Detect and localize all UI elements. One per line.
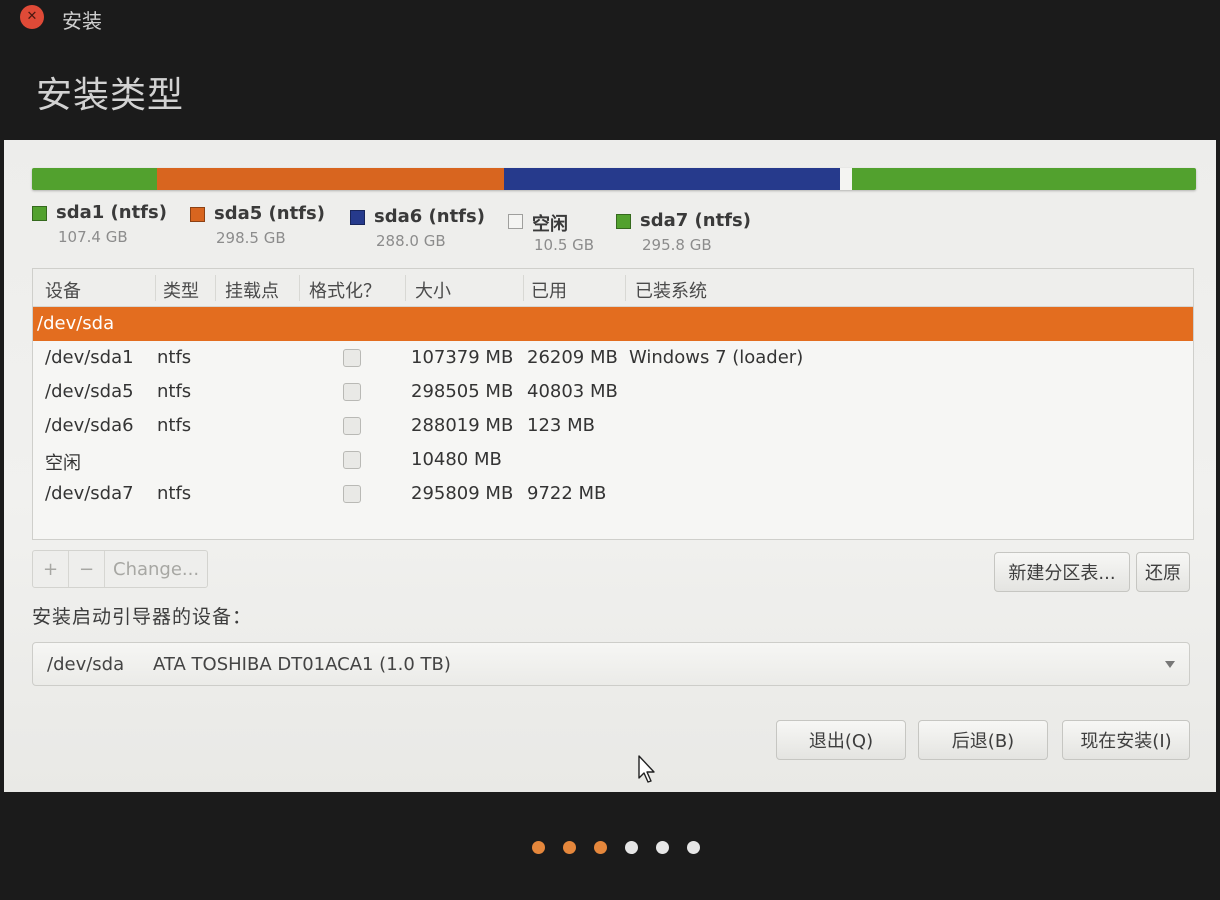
legend-name: 空闲 bbox=[532, 214, 568, 235]
cell-type: ntfs bbox=[157, 415, 192, 436]
legend-size: 10.5 GB bbox=[534, 236, 595, 254]
partition-legend: sda1 (ntfs) 107.4 GB sda5 (ntfs) 298.5 GB sd… bbox=[32, 202, 1196, 254]
progress-dot-pending bbox=[687, 841, 700, 854]
quit-button[interactable]: 退出(Q) bbox=[776, 720, 906, 760]
progress-dot-pending bbox=[656, 841, 669, 854]
column-separator bbox=[405, 275, 406, 301]
format-checkbox[interactable] bbox=[343, 485, 361, 503]
column-separator bbox=[299, 275, 300, 301]
progress-dot-complete bbox=[532, 841, 545, 854]
chevron-down-icon bbox=[1165, 661, 1175, 668]
cell-device: /dev/sda1 bbox=[45, 347, 134, 368]
cell-used: 40803 MB bbox=[527, 381, 618, 402]
legend-swatch bbox=[32, 206, 47, 221]
legend-name: sda6 (ntfs) bbox=[374, 206, 485, 227]
cell-size: 295809 MB bbox=[411, 483, 514, 504]
column-header-size[interactable]: 大小 bbox=[415, 277, 451, 303]
partition-segment-free bbox=[839, 168, 852, 190]
table-row[interactable]: /dev/sda1 ntfs 107379 MB 26209 MB Window… bbox=[33, 341, 1193, 375]
window-title: 安装 bbox=[62, 9, 102, 33]
cell-size: 10480 MB bbox=[411, 449, 502, 470]
table-header: 设备 类型 挂载点 格式化？ 大小 已用 已装系统 bbox=[33, 269, 1193, 307]
cell-device: 空闲 bbox=[45, 453, 81, 474]
partition-toolbar: + − Change... bbox=[32, 550, 209, 588]
partition-segment-sda7 bbox=[851, 168, 1196, 190]
legend-swatch bbox=[190, 207, 205, 222]
cell-size: 107379 MB bbox=[411, 347, 514, 368]
table-row[interactable]: /dev/sda bbox=[33, 307, 1193, 341]
revert-button[interactable]: 还原 bbox=[1136, 552, 1190, 592]
legend-name: sda7 (ntfs) bbox=[640, 210, 751, 231]
install-progress-dots bbox=[532, 841, 700, 855]
format-checkbox[interactable] bbox=[343, 451, 361, 469]
column-separator bbox=[523, 275, 524, 301]
table-row[interactable]: /dev/sda6 ntfs 288019 MB 123 MB bbox=[33, 409, 1193, 443]
cell-type: ntfs bbox=[157, 347, 192, 368]
legend-name: sda1 (ntfs) bbox=[56, 202, 167, 223]
partition-table: 设备 类型 挂载点 格式化？ 大小 已用 已装系统 /dev/sda /dev/… bbox=[32, 268, 1194, 540]
progress-dot-pending bbox=[625, 841, 638, 854]
legend-size: 295.8 GB bbox=[642, 236, 712, 254]
change-partition-button[interactable]: Change... bbox=[105, 551, 207, 587]
back-button[interactable]: 后退(B) bbox=[918, 720, 1048, 760]
cell-used: 9722 MB bbox=[527, 483, 607, 504]
partition-bar bbox=[32, 168, 1196, 190]
cell-device: /dev/sda6 bbox=[45, 415, 134, 436]
cell-device: /dev/sda bbox=[37, 313, 115, 334]
cell-device: /dev/sda5 bbox=[45, 381, 134, 402]
boot-device-path: /dev/sda bbox=[47, 654, 125, 675]
cell-used: 26209 MB bbox=[527, 347, 618, 368]
partition-segment-sda6 bbox=[504, 168, 840, 190]
cell-system: Windows 7 (loader) bbox=[629, 347, 804, 368]
legend-swatch bbox=[616, 214, 631, 229]
cell-size: 288019 MB bbox=[411, 415, 514, 436]
progress-dot-complete bbox=[563, 841, 576, 854]
add-partition-button[interactable]: + bbox=[33, 551, 69, 587]
legend-name: sda5 (ntfs) bbox=[214, 203, 325, 224]
column-header-device[interactable]: 设备 bbox=[45, 277, 81, 303]
column-separator bbox=[625, 275, 626, 301]
column-header-format[interactable]: 格式化？ bbox=[309, 277, 381, 303]
mouse-cursor-icon bbox=[638, 755, 655, 783]
title-bar: ✕ 安装 bbox=[0, 0, 1220, 34]
cell-device: /dev/sda7 bbox=[45, 483, 134, 504]
installer-panel: sda1 (ntfs) 107.4 GB sda5 (ntfs) 298.5 GB sd… bbox=[4, 140, 1216, 792]
cell-size: 298505 MB bbox=[411, 381, 514, 402]
legend-size: 298.5 GB bbox=[216, 229, 286, 247]
column-separator bbox=[155, 275, 156, 301]
cell-type: ntfs bbox=[157, 483, 192, 504]
column-header-system[interactable]: 已装系统 bbox=[635, 277, 707, 303]
format-checkbox[interactable] bbox=[343, 349, 361, 367]
column-header-mount[interactable]: 挂载点 bbox=[225, 277, 279, 303]
remove-partition-button[interactable]: − bbox=[69, 551, 105, 587]
progress-dot-complete bbox=[594, 841, 607, 854]
format-checkbox[interactable] bbox=[343, 383, 361, 401]
legend-swatch bbox=[508, 214, 523, 229]
boot-device-description: ATA TOSHIBA DT01ACA1 (1.0 TB) bbox=[153, 654, 451, 675]
page-title: 安装类型 bbox=[36, 75, 185, 116]
boot-loader-label: 安装启动引导器的设备： bbox=[32, 606, 253, 628]
column-separator bbox=[215, 275, 216, 301]
close-icon[interactable]: ✕ bbox=[20, 5, 44, 29]
format-checkbox[interactable] bbox=[343, 417, 361, 435]
new-partition-table-button[interactable]: 新建分区表... bbox=[994, 552, 1130, 592]
legend-size: 107.4 GB bbox=[58, 228, 128, 246]
cell-used: 123 MB bbox=[527, 415, 595, 436]
table-row[interactable]: 空闲 10480 MB bbox=[33, 443, 1193, 477]
install-now-button[interactable]: 现在安装(I) bbox=[1062, 720, 1190, 760]
partition-segment-sda5 bbox=[156, 168, 505, 190]
legend-swatch bbox=[350, 210, 365, 225]
legend-size: 288.0 GB bbox=[376, 232, 446, 250]
boot-device-select[interactable]: /dev/sda ATA TOSHIBA DT01ACA1 (1.0 TB) bbox=[32, 642, 1190, 686]
column-header-used[interactable]: 已用 bbox=[531, 277, 567, 303]
table-row[interactable]: /dev/sda5 ntfs 298505 MB 40803 MB bbox=[33, 375, 1193, 409]
cell-type: ntfs bbox=[157, 381, 192, 402]
column-header-type[interactable]: 类型 bbox=[163, 277, 199, 303]
table-row[interactable]: /dev/sda7 ntfs 295809 MB 9722 MB bbox=[33, 477, 1193, 511]
partition-segment-sda1 bbox=[32, 168, 157, 190]
